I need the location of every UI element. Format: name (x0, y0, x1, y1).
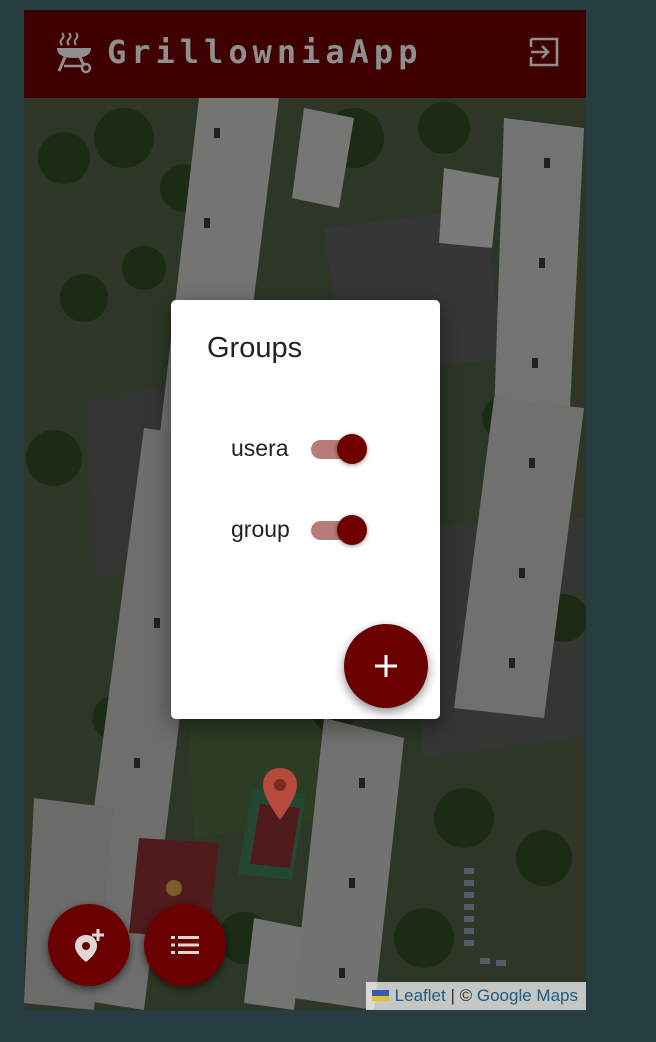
group-label: usera (231, 435, 289, 461)
toggle-knob (337, 434, 367, 464)
group-row-group: group (171, 509, 440, 549)
group-toggle-usera[interactable] (311, 434, 367, 464)
app-title: GrillowniaApp (107, 33, 423, 71)
add-group-button[interactable] (344, 624, 428, 708)
group-row-usera: usera (171, 428, 440, 468)
google-maps-link[interactable]: Google Maps (477, 986, 578, 1005)
toggle-knob (337, 515, 367, 545)
plus-icon (375, 655, 397, 677)
app-frame: GrillowniaApp Leaflet | © Google Maps Gr… (24, 10, 586, 1010)
dialog-title: Groups (207, 332, 303, 364)
logout-icon[interactable] (528, 36, 560, 68)
attribution-separator: | (450, 986, 455, 1005)
add-location-icon (75, 929, 104, 962)
app-bar: GrillowniaApp (24, 10, 586, 98)
grill-icon (54, 30, 94, 74)
group-label: group (231, 516, 290, 542)
group-list-button[interactable] (144, 904, 226, 986)
groups-dialog: Groups usera group (171, 300, 440, 719)
ukraine-flag-icon (371, 990, 389, 1002)
group-toggle-group[interactable] (311, 515, 367, 545)
map-attribution: Leaflet | © Google Maps (365, 982, 586, 1010)
attribution-copyright: © (459, 986, 473, 1005)
leaflet-link[interactable]: Leaflet (395, 986, 446, 1005)
map-pin-icon[interactable] (261, 766, 299, 822)
list-icon (171, 936, 199, 954)
add-place-button[interactable] (48, 904, 130, 986)
